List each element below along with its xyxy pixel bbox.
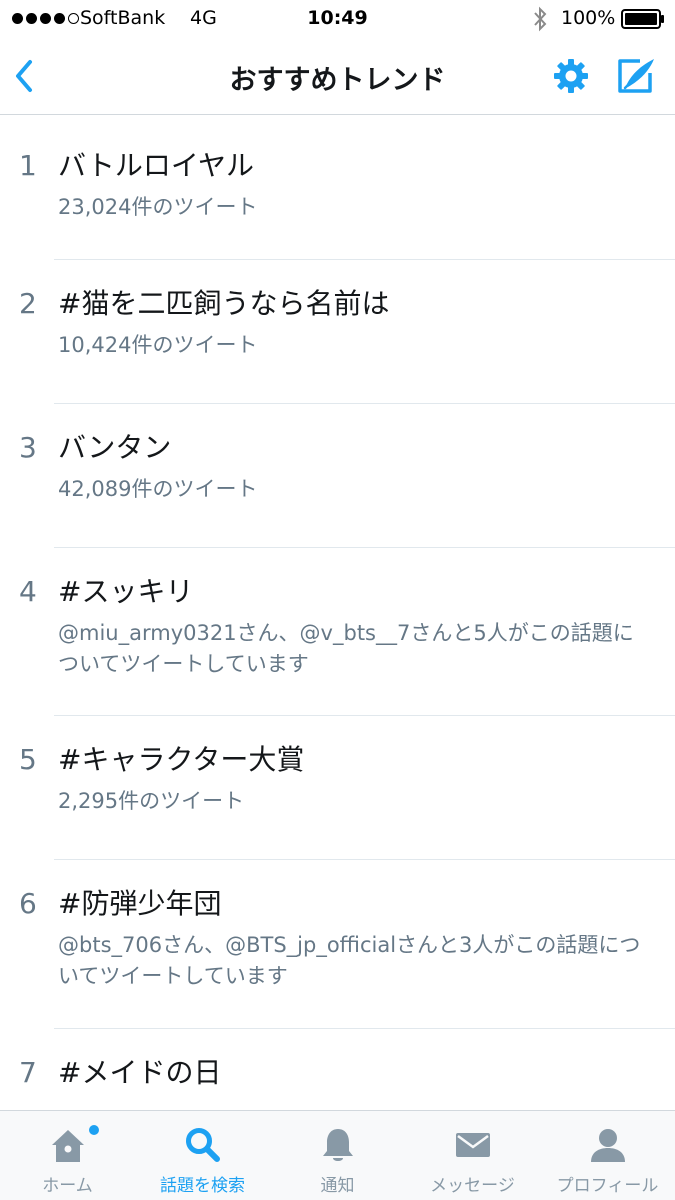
trend-rank: 2 (19, 287, 37, 320)
notification-dot (87, 1123, 101, 1137)
trend-name: #猫を二匹飼うなら名前は (58, 287, 390, 320)
tab-label: メッセージ (430, 1176, 515, 1196)
trend-item[interactable]: 1 バトルロイヤル 23,024件のツイート (0, 115, 675, 260)
bell-icon (322, 1129, 353, 1161)
trend-meta: 2,295件のツイート (58, 789, 245, 813)
tab-notifications[interactable]: 通知 (270, 1111, 405, 1200)
settings-button[interactable] (551, 56, 591, 96)
trend-item[interactable]: 6 #防弾少年団 @bts_706さん、@BTS_jp_officialさんと3… (0, 860, 675, 1029)
trend-item[interactable]: 3 バンタン 42,089件のツイート (0, 404, 675, 548)
trend-name: #防弾少年団 (58, 887, 222, 920)
trend-meta: 42,089件のツイート (58, 477, 258, 501)
trend-name: バトルロイヤル (58, 149, 255, 182)
trend-meta: @miu_army0321さん、@v_bts__7さんと5人がこの話題についてツ… (58, 621, 634, 676)
home-icon (51, 1130, 84, 1162)
trend-item[interactable]: 7 #メイドの日 (0, 1029, 675, 1110)
trend-rank: 6 (19, 887, 37, 920)
battery-percent: 100% (561, 7, 616, 29)
nav-bar: おすすめトレンド (0, 38, 675, 115)
trend-name: バンタン (58, 431, 172, 464)
tab-search[interactable]: 話題を検索 (135, 1111, 270, 1200)
trend-rank: 7 (19, 1056, 37, 1089)
status-bar: SoftBank 4G 10:49 100% (0, 0, 675, 38)
trend-rank: 1 (19, 149, 37, 182)
trend-item[interactable]: 4 #スッキリ @miu_army0321さん、@v_bts__7さんと5人がこ… (0, 548, 675, 716)
compose-icon (618, 59, 654, 93)
tab-label: ホーム (42, 1176, 93, 1196)
trend-name: #キャラクター大賞 (58, 743, 305, 776)
trend-meta: 10,424件のツイート (58, 333, 258, 357)
search-icon (185, 1128, 220, 1162)
trend-rank: 5 (19, 743, 37, 776)
trend-list: 1 バトルロイヤル 23,024件のツイート 2 #猫を二匹飼うなら名前は 10… (0, 115, 675, 1110)
person-icon (590, 1129, 625, 1162)
gear-icon (554, 59, 588, 93)
trend-name: #メイドの日 (58, 1056, 222, 1089)
bluetooth-icon (531, 6, 549, 37)
compose-button[interactable] (614, 55, 658, 97)
tab-bar: ホーム 話題を検索 通知 メッセージ プロフィール (0, 1110, 675, 1200)
trend-name: #スッキリ (58, 575, 194, 608)
trend-item[interactable]: 5 #キャラクター大賞 2,295件のツイート (0, 716, 675, 860)
battery-full-icon (621, 9, 665, 34)
trend-meta: 23,024件のツイート (58, 195, 258, 219)
envelope-icon (455, 1133, 490, 1157)
tab-profile[interactable]: プロフィール (540, 1111, 675, 1200)
trend-rank: 3 (19, 431, 37, 464)
trend-item[interactable]: 2 #猫を二匹飼うなら名前は 10,424件のツイート (0, 260, 675, 404)
tab-home[interactable]: ホーム (0, 1111, 135, 1200)
tab-label: 通知 (320, 1176, 355, 1196)
trend-rank: 4 (19, 575, 37, 608)
tab-label: 話題を検索 (160, 1176, 245, 1196)
tab-label: プロフィール (556, 1176, 659, 1196)
tab-messages[interactable]: メッセージ (405, 1111, 540, 1200)
trend-meta: @bts_706さん、@BTS_jp_officialさんと3人がこの話題につい… (58, 933, 641, 988)
